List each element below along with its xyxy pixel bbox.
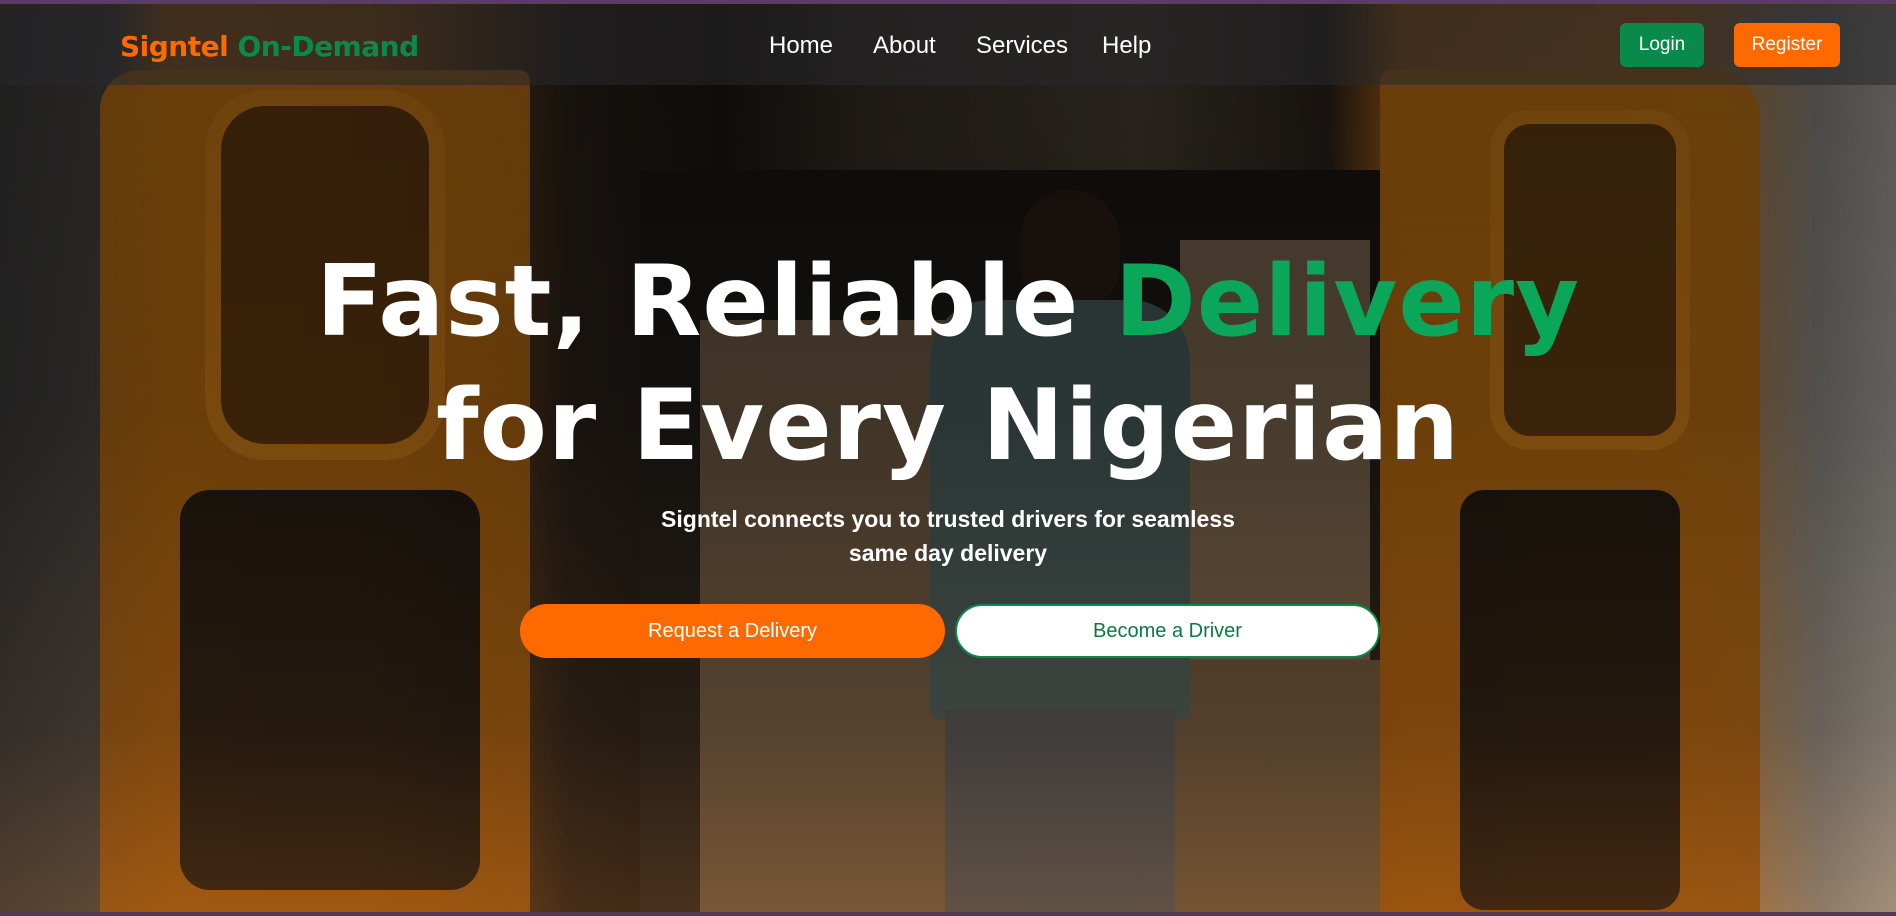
headline-text: Fast, Reliable [316,245,1115,359]
hero-headline: Fast, Reliable Delivery for Every Nigeri… [0,240,1896,488]
main-nav: Home About Services Help [0,32,1896,62]
navbar: Signtel On-Demand Home About Services He… [0,4,1896,85]
login-button[interactable]: Login [1620,23,1704,67]
register-button[interactable]: Register [1734,23,1840,67]
nav-link-about[interactable]: About [873,32,936,60]
nav-link-home[interactable]: Home [769,32,833,60]
headline-accent: Delivery [1114,245,1580,359]
top-border [0,0,1896,4]
headline-line-2: for Every Nigerian [435,369,1461,483]
bottom-border [0,912,1896,916]
hero-subtext: Signtel connects you to trusted drivers … [661,506,1235,566]
cta-row: Request a Delivery Become a Driver [0,604,1896,658]
request-delivery-button[interactable]: Request a Delivery [520,604,945,658]
nav-link-services[interactable]: Services [976,32,1068,60]
nav-link-help[interactable]: Help [1102,32,1151,60]
become-driver-button[interactable]: Become a Driver [955,604,1380,658]
hero-content: Fast, Reliable Delivery for Every Nigeri… [0,240,1896,658]
